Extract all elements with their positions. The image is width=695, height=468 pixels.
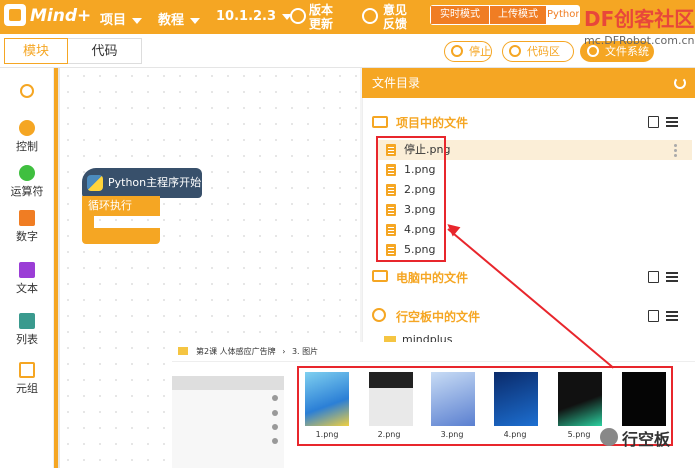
category-text-label: 文本 <box>16 282 38 295</box>
file-directory-header: 文件目录 <box>362 68 695 98</box>
menu-icon[interactable] <box>666 311 678 321</box>
new-file-icon[interactable] <box>648 116 659 128</box>
code-area-label: 代码区 <box>527 45 560 58</box>
feedback-label-line2: 反馈 <box>383 17 408 31</box>
python-start-block[interactable]: Python主程序开始 <box>82 168 202 198</box>
category-number-label: 数字 <box>16 230 38 243</box>
stop-label: 停止 <box>469 45 491 58</box>
list-icon <box>19 313 35 329</box>
category-control[interactable]: 控制 <box>0 120 54 154</box>
folder-icon <box>178 347 188 355</box>
highlight-box-files <box>376 136 446 262</box>
explorer-sidebar-selected[interactable] <box>172 376 284 390</box>
code-area-button[interactable]: 代码区 <box>502 41 574 62</box>
python-icon <box>87 175 103 191</box>
mode-switcher: 实时模式 上传模式 Python模式 <box>430 5 580 25</box>
category-tuple-label: 元组 <box>16 382 38 395</box>
mode-realtime[interactable]: 实时模式 <box>431 6 489 24</box>
pin-icon[interactable] <box>272 395 278 401</box>
mode-python[interactable]: Python模式 <box>547 6 579 24</box>
forever-loop-block[interactable]: 循环执行 <box>82 196 160 216</box>
code-area-icon <box>509 45 521 57</box>
file-directory-title: 文件目录 <box>372 76 421 90</box>
update-label-line1: 版本 <box>309 3 334 17</box>
pin-icon[interactable] <box>272 438 278 444</box>
stop-icon <box>451 45 463 57</box>
feedback-label-line1: 意见 <box>383 3 408 17</box>
category-operators-label: 运算符 <box>10 185 44 198</box>
pin-icon[interactable] <box>272 410 278 416</box>
category-operators[interactable]: 运算符 <box>0 165 54 199</box>
operators-icon <box>19 165 35 181</box>
pin-icon[interactable] <box>272 424 278 430</box>
top-bar: Mind+ 项目 教程 10.1.2.3 版本 更新 意见 反馈 实时模式 上传模式… <box>0 0 695 34</box>
computer-icon <box>372 270 388 282</box>
board-icon <box>372 308 386 322</box>
mindplus-logo-icon <box>4 4 26 26</box>
search-icon[interactable] <box>20 84 34 98</box>
text-icon <box>19 262 35 278</box>
category-indicator <box>54 68 58 468</box>
feedback-icon <box>362 8 378 24</box>
new-file-icon[interactable] <box>648 310 659 322</box>
chevron-down-icon <box>132 17 143 24</box>
category-text[interactable]: 文本 <box>0 262 54 296</box>
python-start-label: Python主程序开始 <box>108 176 202 189</box>
forever-loop-label: 循环执行 <box>88 199 132 212</box>
control-icon <box>19 120 35 136</box>
menu-version-label: 10.1.2.3 <box>216 9 277 24</box>
menu-project[interactable]: 项目 <box>100 9 143 28</box>
menu-tutorial[interactable]: 教程 <box>158 9 201 28</box>
path-separator: › <box>282 347 286 356</box>
menu-version[interactable]: 10.1.2.3 <box>216 9 293 24</box>
explorer-address-bar[interactable]: 第2课 人体感应广告牌 › 3. 图片 <box>172 342 695 362</box>
forever-loop-foot <box>82 228 160 244</box>
category-list-label: 列表 <box>16 333 38 346</box>
category-list[interactable]: 列表 <box>0 313 54 347</box>
menu-icon[interactable] <box>666 272 678 282</box>
more-options-icon[interactable] <box>674 144 677 147</box>
watermark-url: mc.DFRobot.com.cn <box>584 34 695 47</box>
category-number[interactable]: 数字 <box>0 210 54 244</box>
bottom-watermark: 行空板 <box>622 430 671 449</box>
feedback-button[interactable]: 意见 反馈 <box>383 3 407 31</box>
update-icon <box>290 8 306 24</box>
project-files-title: 项目中的文件 <box>396 116 469 130</box>
board-files-title: 行空板中的文件 <box>396 310 481 324</box>
number-icon <box>19 210 35 226</box>
tuple-icon <box>19 362 35 378</box>
refresh-icon[interactable] <box>674 77 686 89</box>
menu-project-label: 项目 <box>100 13 127 28</box>
new-file-icon[interactable] <box>648 271 659 283</box>
path-segment-lesson[interactable]: 第2课 人体感应广告牌 <box>196 347 276 356</box>
stop-button[interactable]: 停止 <box>444 41 492 62</box>
project-folder-icon <box>372 116 388 128</box>
watermark-title: DF创客社区 <box>584 7 695 31</box>
menu-tutorial-label: 教程 <box>158 13 185 28</box>
app-logo-text: Mind+ <box>30 6 92 26</box>
menu-icon[interactable] <box>666 117 678 127</box>
computer-files-title: 电脑中的文件 <box>396 271 469 285</box>
update-label-line2: 更新 <box>309 17 334 31</box>
update-button[interactable]: 版本 更新 <box>309 3 333 31</box>
path-segment-images[interactable]: 3. 图片 <box>292 347 318 356</box>
mode-upload[interactable]: 上传模式 <box>490 6 546 24</box>
chevron-down-icon <box>190 17 201 24</box>
wechat-icon <box>600 428 618 446</box>
tab-code[interactable]: 代码 <box>68 38 142 64</box>
tab-blocks[interactable]: 模块 <box>4 38 68 64</box>
category-control-label: 控制 <box>16 140 38 153</box>
category-tuple[interactable]: 元组 <box>0 362 54 396</box>
